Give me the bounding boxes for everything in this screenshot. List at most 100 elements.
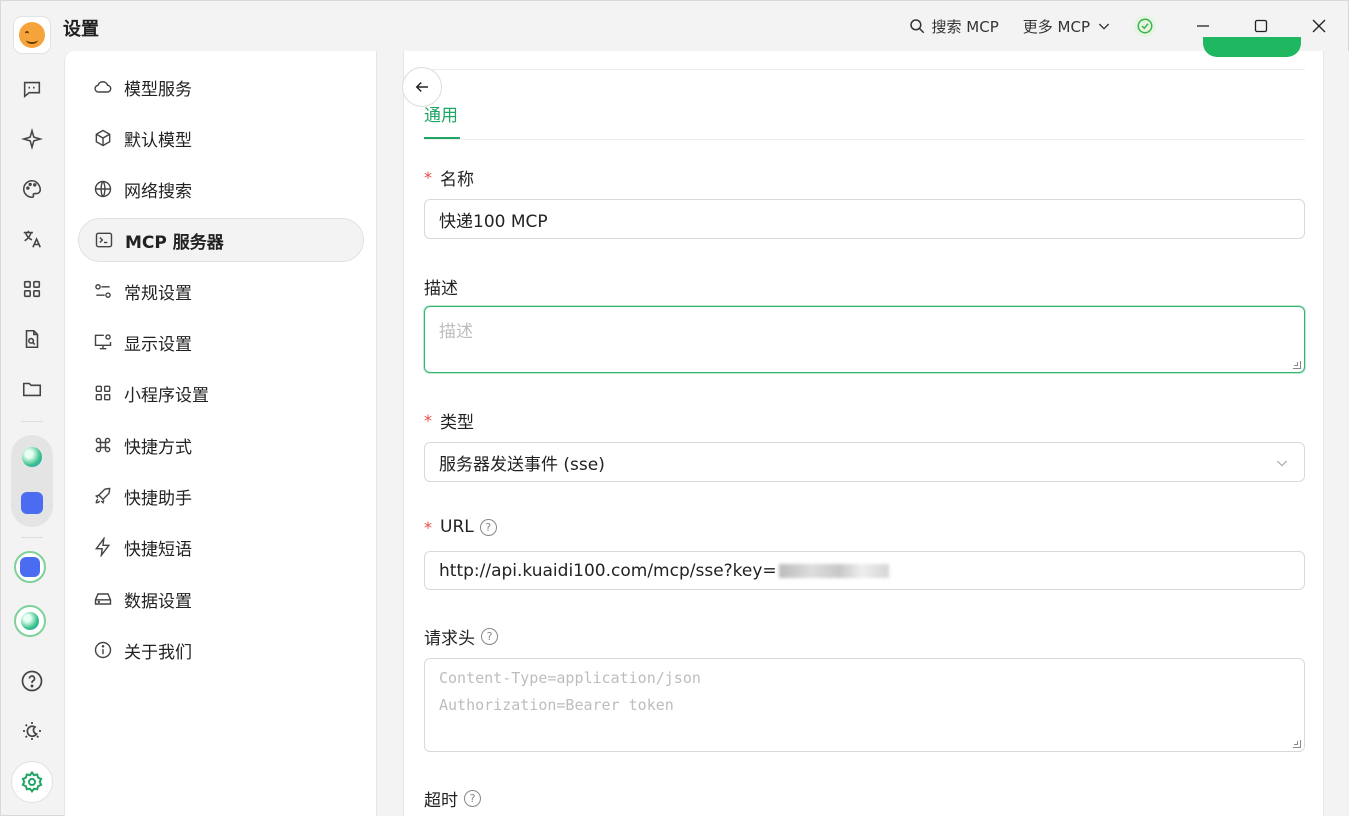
required-mark: * [424,517,432,537]
help-icon[interactable]: ? [464,790,481,807]
nav-item-general-settings[interactable]: 常规设置 [78,269,364,313]
pinned-apps-group [11,435,53,527]
chevron-down-icon [1098,23,1110,30]
tab-divider [424,139,1305,140]
headers-placeholder-line: Content-Type=application/json [439,669,701,687]
translate-icon[interactable] [20,227,44,251]
nav-item-model-service[interactable]: 模型服务 [78,65,364,109]
window-title: 设置 [63,19,99,40]
name-input[interactable]: 快递100 MCP [424,199,1305,239]
nav-item-label: 默认模型 [124,130,192,151]
chat-icon[interactable] [20,77,44,101]
globe-icon [92,178,114,200]
headers-label: 请求头 ? [424,624,498,649]
nav-item-mini-program-settings[interactable]: 小程序设置 [78,371,364,415]
nav-item-shortcuts[interactable]: 快捷方式 [78,423,364,467]
timeout-label: 超时 ? [424,786,481,811]
smiley-icon [19,22,45,48]
nav-item-mcp-servers[interactable]: MCP 服务器 [78,218,364,262]
search-mcp-label: 搜索 MCP [931,17,999,36]
nav-item-data-settings[interactable]: 数据设置 [78,577,364,621]
more-mcp-dropdown[interactable]: 更多 MCP [1011,1,1124,51]
help-icon[interactable] [20,669,44,693]
name-label-text: 名称 [440,170,474,190]
rail-divider [21,537,43,538]
content-area: 通用 * 名称 快递100 MCP 描述 描述 * 类型 服务器发送事件 (ss… [377,37,1349,816]
nav-item-label: MCP 服务器 [125,232,224,253]
maximize-icon [1254,19,1268,33]
nav-item-web-search[interactable]: 网络搜索 [78,167,364,211]
search-icon [909,19,924,34]
title-bar: 设置 搜索 MCP 更多 MCP [1,1,1348,54]
file-search-icon[interactable] [20,327,44,351]
settings-rail-button[interactable] [11,761,53,803]
nav-item-default-model[interactable]: 默认模型 [78,116,364,160]
monitor-gear-icon [92,331,114,353]
gear-icon [21,770,43,793]
minimize-icon [1197,25,1209,27]
url-label-text: URL [440,517,474,537]
headers-textarea[interactable]: Content-Type=application/json Authorizat… [424,658,1305,752]
url-input-value: http://api.kuaidi100.com/mcp/sse?key= [439,560,777,581]
check-circle-icon [1137,18,1153,34]
chevron-down-icon [1276,460,1288,467]
url-input[interactable]: http://api.kuaidi100.com/mcp/sse?key= [424,551,1305,590]
apps-grid-icon[interactable] [20,277,44,301]
settings-nav: 模型服务 默认模型 网络搜索 MCP 服务器 常规设置 显示设置 小程序设置 快… [64,51,377,816]
nav-item-label: 模型服务 [124,79,192,100]
nav-item-label: 小程序设置 [124,385,209,406]
type-select[interactable]: 服务器发送事件 (sse) [424,442,1305,482]
nav-item-label: 关于我们 [124,642,192,663]
status-check-button[interactable] [1134,15,1156,37]
nav-item-label: 快捷方式 [124,437,192,458]
required-mark: * [424,411,432,430]
nav-item-label: 网络搜索 [124,181,192,202]
sliders-icon [92,280,114,302]
description-label-text: 描述 [424,279,458,299]
whale-icon [20,557,40,577]
description-label: 描述 [424,274,458,299]
name-label: * 名称 [424,165,474,190]
save-button-partial[interactable] [1203,37,1301,57]
type-label-text: 类型 [440,413,474,433]
mini-app-blue[interactable] [16,487,48,519]
rail-divider [21,421,43,422]
type-label: * 类型 [424,408,474,433]
mini-app-teal-open[interactable] [14,605,46,637]
mini-app-teal[interactable] [16,441,48,473]
nav-item-display-settings[interactable]: 显示设置 [78,320,364,364]
app-bubble-icon [21,612,39,630]
nav-item-label: 快捷助手 [124,488,192,509]
url-label: * URL ? [424,517,497,537]
type-select-value: 服务器发送事件 (sse) [439,454,605,475]
app-bubble-icon [22,447,42,467]
resize-handle-icon[interactable] [1293,361,1301,369]
folder-icon[interactable] [20,377,44,401]
palette-icon[interactable] [20,177,44,201]
bolt-icon [92,536,114,558]
command-icon [92,434,114,456]
tab-general[interactable]: 通用 [424,101,458,126]
arrow-left-icon [415,81,428,93]
nav-item-quick-assistant[interactable]: 快捷助手 [78,474,364,518]
help-icon[interactable]: ? [481,628,498,645]
mini-app-blue-open[interactable] [14,551,46,583]
grid-icon [92,382,114,404]
redacted-key [778,563,889,578]
app-logo [13,16,51,54]
description-textarea[interactable]: 描述 [424,306,1305,373]
whale-icon [21,492,43,514]
drive-icon [92,588,114,610]
sparkle-icon[interactable] [20,127,44,151]
search-mcp-button[interactable]: 搜索 MCP [896,1,1011,51]
theme-toggle-icon[interactable] [20,719,44,743]
nav-item-label: 显示设置 [124,334,192,355]
resize-handle-icon[interactable] [1293,740,1301,748]
nav-item-about[interactable]: 关于我们 [78,628,364,672]
nav-item-quick-phrases[interactable]: 快捷短语 [78,525,364,569]
icon-rail [1,63,64,816]
cloud-icon [92,76,114,98]
nav-item-label: 常规设置 [124,283,192,304]
headers-label-text: 请求头 [424,629,475,649]
help-icon[interactable]: ? [479,518,497,536]
